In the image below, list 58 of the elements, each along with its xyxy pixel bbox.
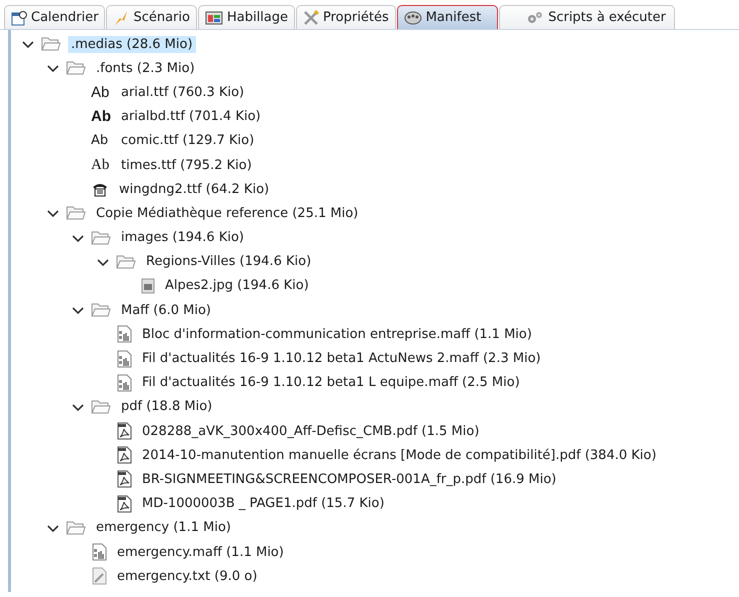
tree-item[interactable]: MD-1000003B _ PAGE1.pdf (15.7 Kio) [139, 495, 388, 512]
tab[interactable]: Propriétés [296, 5, 396, 29]
folder-icon [91, 303, 111, 318]
tree-item[interactable]: Alpes2.jpg (194.6 Kio) [162, 277, 312, 294]
film-reel-icon [404, 10, 422, 26]
tree-item[interactable]: Fil d'actualités 16-9 1.10.12 beta1 L equipe.maff (2.5 Mio) [139, 374, 523, 392]
archive-file-icon [116, 325, 132, 344]
archive-file-icon [91, 543, 107, 562]
tree-item[interactable]: BR-SIGNMEETING&SCREENCOMPOSER-001A_fr_p.pdf (16.9 Mio) [139, 470, 560, 488]
tree-item[interactable]: arialbd.ttf (701.4 Kio) [118, 108, 264, 126]
tree-item[interactable]: wingdng2.ttf (64.2 Kio) [116, 180, 272, 198]
tools-icon [303, 10, 320, 26]
pdf-file-icon [116, 446, 132, 464]
tree-item[interactable]: Regions-Villes (194.6 Kio) [143, 253, 314, 270]
tree-item[interactable]: arial.ttf (760.3 Kio) [118, 84, 248, 101]
tab[interactable]: Manifest [396, 5, 498, 29]
tree-item[interactable]: pdf (18.8 Mio) [118, 398, 216, 416]
tree-item[interactable]: emergency.maff (1.1 Mio) [114, 544, 287, 561]
window-icon [204, 10, 223, 26]
tree-item[interactable]: Copie Médiathèque reference (25.1 Mio) [93, 204, 362, 222]
font-icon: Ab [91, 84, 117, 100]
calendar-icon [11, 10, 27, 26]
pdf-file-icon [116, 470, 132, 488]
gears-icon [526, 10, 544, 26]
tree-item[interactable]: .medias (28.6 Mio) [68, 36, 196, 53]
tree-item[interactable]: times.ttf (795.2 Kio) [118, 156, 255, 174]
image-file-icon [141, 278, 155, 294]
tree-item[interactable]: 028288_aVK_300x400_Aff-Defisc_CMB.pdf (1.5 Mio) [139, 422, 482, 440]
tab[interactable]: Calendrier [4, 5, 106, 29]
lightning-icon [113, 10, 130, 26]
folder-icon [41, 37, 61, 52]
folder-icon [91, 230, 111, 245]
font-icon: Ab [91, 158, 117, 173]
tab[interactable]: Scripts à exécuter [499, 5, 675, 29]
folder-icon [116, 254, 136, 269]
pdf-file-icon [116, 494, 132, 513]
tab[interactable]: Habillage [198, 5, 296, 29]
folder-icon [66, 520, 86, 535]
tree-item[interactable]: Fil d'actualités 16-9 1.10.12 beta1 ActuNews 2.maff (2.3 Mio) [139, 350, 544, 368]
font-icon: Ab [91, 109, 117, 124]
tree-item[interactable]: Bloc d'information-communication entreprise.maff (1.1 Mio) [139, 326, 535, 343]
tab[interactable]: Scénario [106, 5, 197, 29]
archive-file-icon [116, 350, 132, 368]
archive-file-icon [116, 374, 132, 392]
tree-item[interactable]: emergency.txt (9.0 o) [114, 568, 260, 585]
tree-item[interactable]: .fonts (2.3 Mio) [93, 60, 198, 77]
tree-item[interactable]: 2014-10-manutention manuelle écrans [Mode de compatibilité].pdf (384.0 Kio) [139, 446, 660, 464]
tree-item[interactable]: images (194.6 Kio) [118, 229, 247, 246]
telephone-icon [91, 181, 109, 198]
text-file-icon [91, 567, 107, 586]
folder-icon [66, 61, 86, 76]
folder-icon [66, 206, 86, 220]
folder-icon [91, 400, 111, 414]
pdf-file-icon [116, 422, 132, 440]
tree-item[interactable]: comic.ttf (129.7 Kio) [118, 132, 258, 150]
tree-item[interactable]: Maff (6.0 Mio) [118, 302, 214, 319]
tree-item[interactable]: emergency (1.1 Mio) [93, 519, 234, 536]
font-icon: Ab [91, 134, 117, 148]
